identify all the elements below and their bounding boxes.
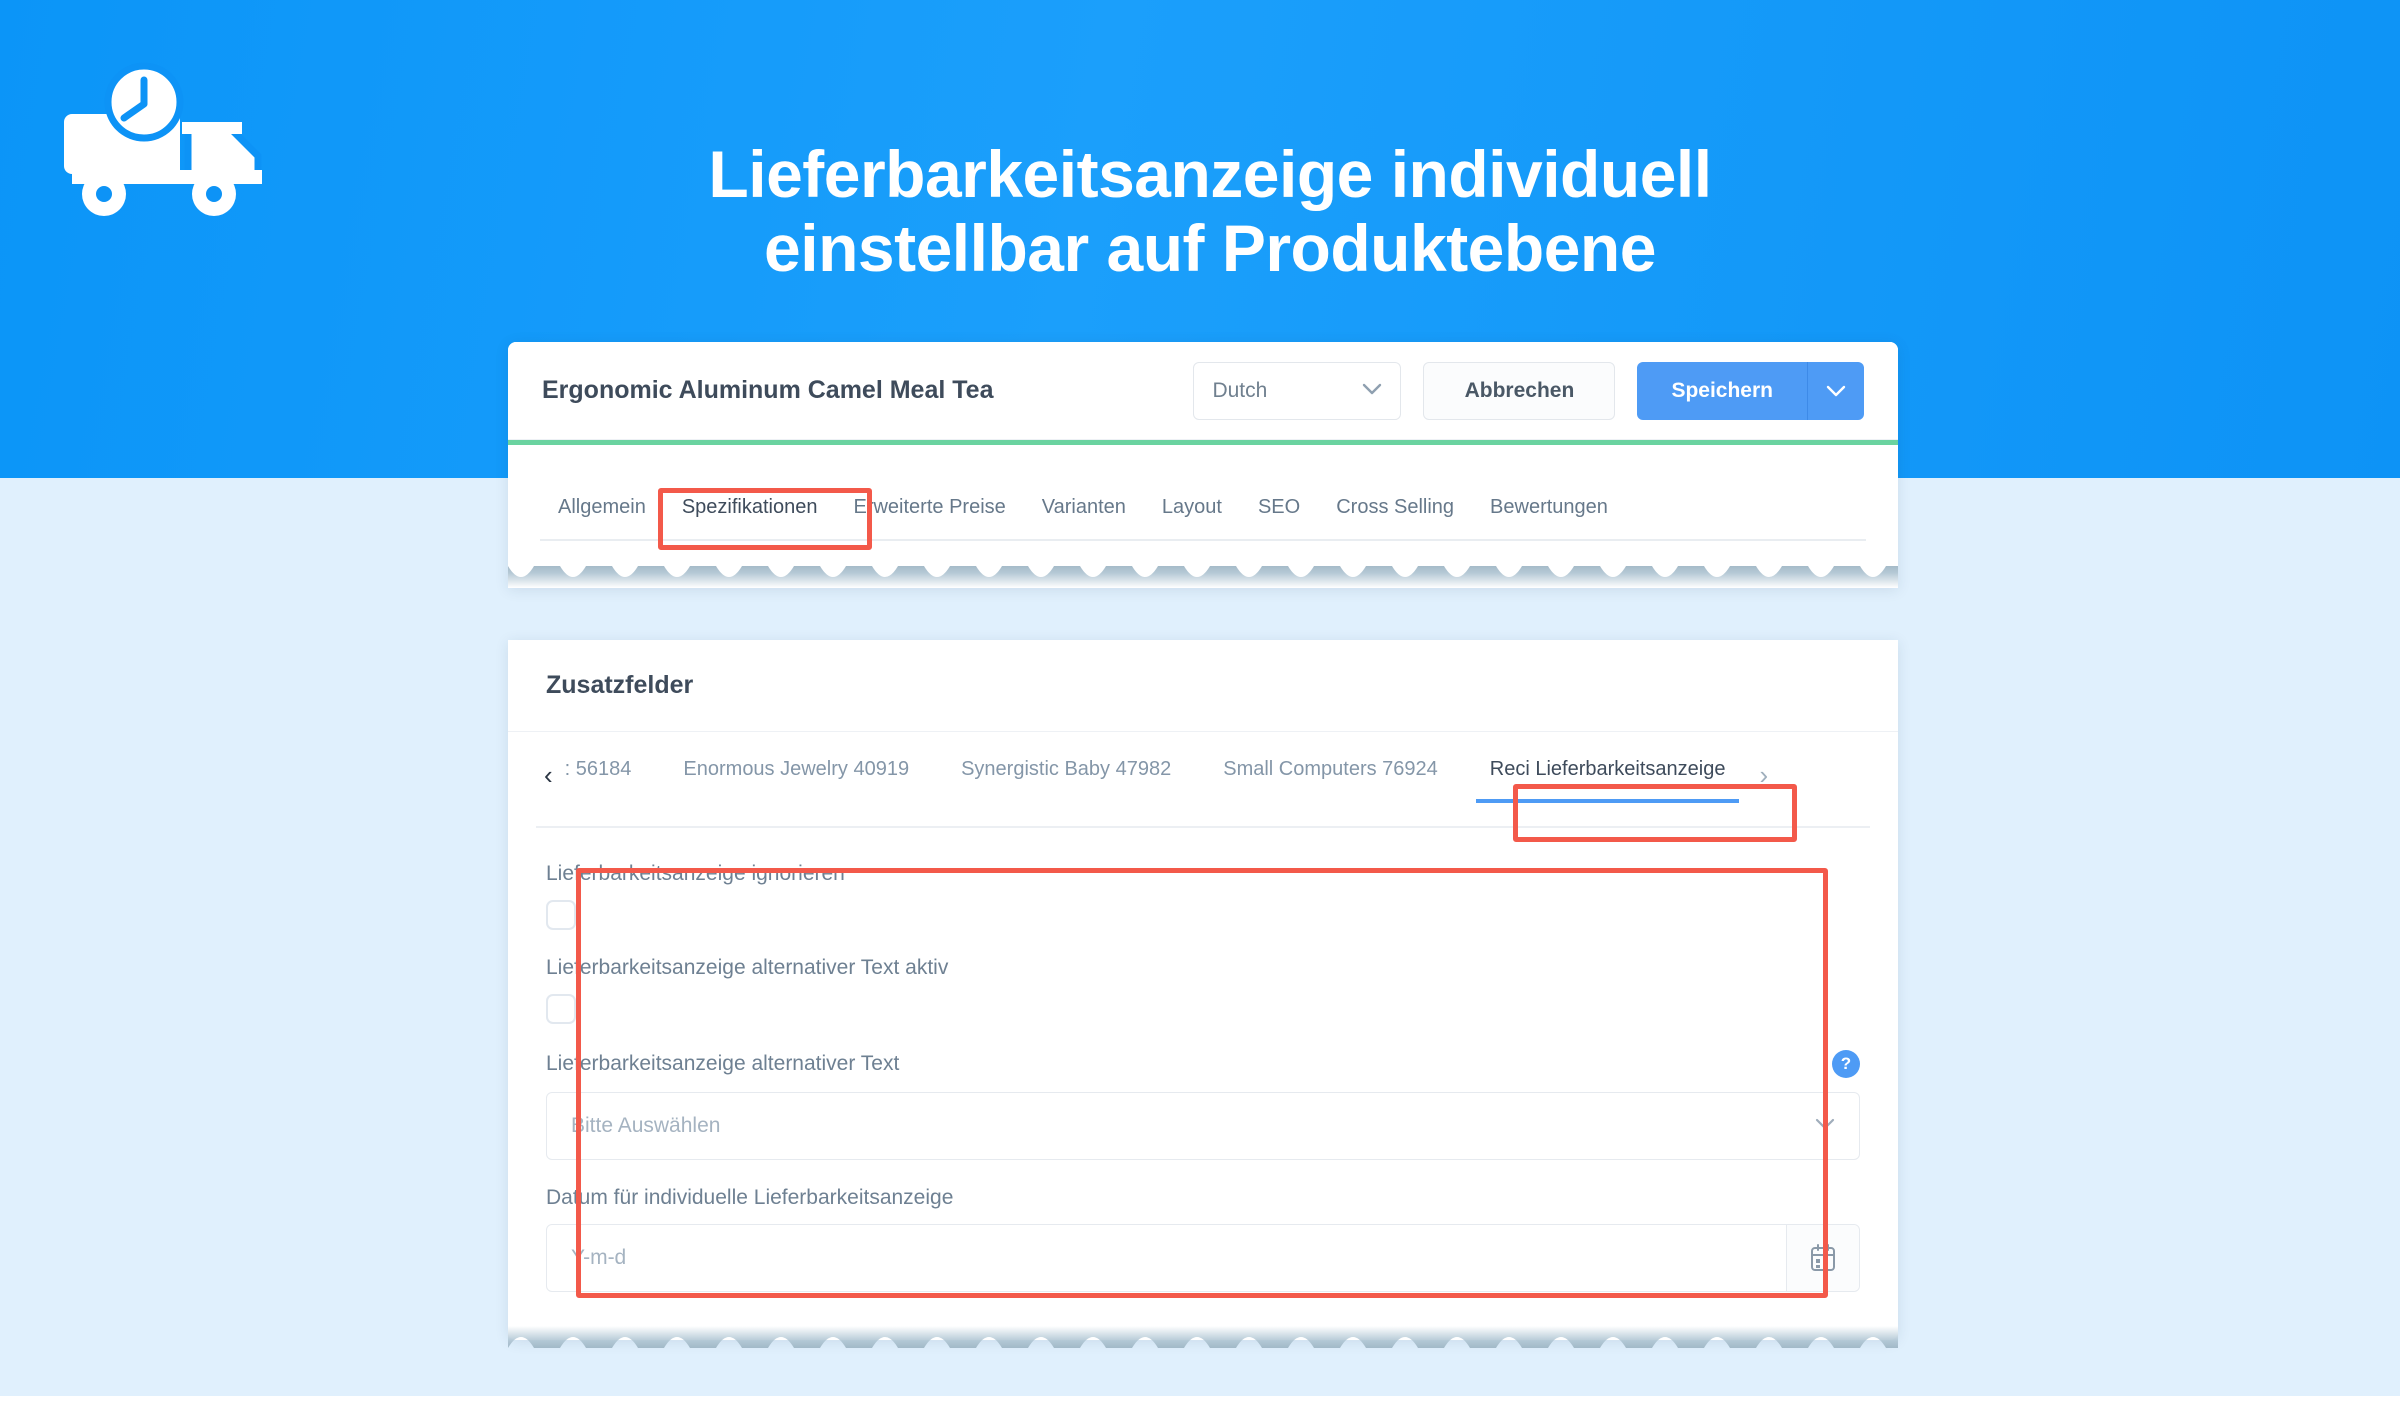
language-select-value: Dutch	[1212, 378, 1268, 402]
custom-fields-form: Lieferbarkeitsanzeige ignorieren Lieferb…	[508, 828, 1898, 1292]
save-button[interactable]: Speichern	[1637, 361, 1808, 420]
alt-text-select[interactable]: Bitte Auswählen	[546, 1092, 1860, 1160]
tab-allgemein[interactable]: Allgemein	[540, 496, 664, 541]
chevron-left-icon[interactable]: ‹	[536, 762, 561, 798]
torn-edge-top	[508, 555, 1912, 588]
chevron-right-icon[interactable]: ›	[1751, 762, 1776, 798]
cancel-button[interactable]: Abbrechen	[1423, 361, 1616, 420]
tab-bewertungen[interactable]: Bewertungen	[1472, 496, 1626, 541]
field-label: Datum für individuelle Lieferbarkeitsanz…	[546, 1186, 954, 1209]
subtab-small-computers[interactable]: Small Computers 76924	[1197, 758, 1464, 803]
subtab-56184[interactable]: : 56184	[561, 758, 658, 803]
field-lieferbarkeitsanzeige-ignorieren: Lieferbarkeitsanzeige ignorieren	[546, 862, 1860, 930]
save-dropdown-toggle[interactable]	[1808, 361, 1864, 420]
question-mark-icon[interactable]: ?	[1832, 1050, 1860, 1078]
bottom-white-strip	[0, 1396, 2400, 1416]
app-header: Ergonomic Aluminum Camel Meal Tea Dutch …	[508, 342, 1898, 440]
calendar-icon[interactable]	[1786, 1225, 1859, 1291]
ignore-checkbox[interactable]	[546, 900, 576, 930]
delivery-truck-clock-icon	[62, 62, 322, 222]
page-title: Ergonomic Aluminum Camel Meal Tea	[542, 376, 994, 404]
alt-text-active-checkbox[interactable]	[546, 994, 576, 1024]
subtab-reci-lieferbarkeitsanzeige[interactable]: Reci Lieferbarkeitsanzeige	[1464, 758, 1752, 803]
hero-title: Lieferbarkeitsanzeige individuell einste…	[708, 137, 1712, 285]
field-label: Lieferbarkeitsanzeige alternativer Text	[546, 1052, 900, 1075]
field-alternativer-text-aktiv: Lieferbarkeitsanzeige alternativer Text …	[546, 956, 1860, 1024]
language-select[interactable]: Dutch	[1193, 361, 1402, 420]
date-input-placeholder: Y-m-d	[571, 1246, 627, 1269]
custom-field-subtabs: ‹ : 56184 Enormous Jewelry 40919 Synergi…	[508, 732, 1898, 828]
tab-varianten[interactable]: Varianten	[1024, 496, 1144, 541]
alt-text-select-placeholder: Bitte Auswählen	[571, 1114, 721, 1137]
section-header: Zusatzfelder	[508, 640, 1898, 732]
zusatzfelder-panel: Zusatzfelder ‹ : 56184 Enormous Jewelry …	[508, 640, 1898, 1340]
tab-erweiterte-preise[interactable]: Erweiterte Preise	[835, 496, 1023, 541]
field-label: Lieferbarkeitsanzeige ignorieren	[546, 862, 845, 885]
tab-seo[interactable]: SEO	[1240, 496, 1318, 541]
subtab-enormous-jewelry[interactable]: Enormous Jewelry 40919	[657, 758, 935, 803]
section-title: Zusatzfelder	[546, 671, 694, 699]
tab-spezifikationen[interactable]: Spezifikationen	[664, 496, 836, 541]
chevron-down-icon	[1815, 1117, 1835, 1135]
chevron-down-icon	[1362, 382, 1382, 400]
field-alternativer-text: Lieferbarkeitsanzeige alternativer Text …	[546, 1050, 1860, 1160]
save-button-group[interactable]: Speichern	[1637, 361, 1864, 420]
subtab-synergistic-baby[interactable]: Synergistic Baby 47982	[935, 758, 1197, 803]
field-datum-individuelle-lieferbarkeitsanzeige: Datum für individuelle Lieferbarkeitsanz…	[546, 1186, 1860, 1292]
tab-layout[interactable]: Layout	[1144, 496, 1240, 541]
torn-edge-bottom	[508, 1326, 1912, 1359]
date-input[interactable]: Y-m-d	[546, 1224, 1860, 1292]
tab-cross-selling[interactable]: Cross Selling	[1318, 496, 1472, 541]
field-label: Lieferbarkeitsanzeige alternativer Text …	[546, 956, 949, 979]
product-editor-top-panel: Ergonomic Aluminum Camel Meal Tea Dutch …	[508, 342, 1898, 588]
editor-tabbar: Allgemein Spezifikationen Erweiterte Pre…	[508, 445, 1898, 541]
